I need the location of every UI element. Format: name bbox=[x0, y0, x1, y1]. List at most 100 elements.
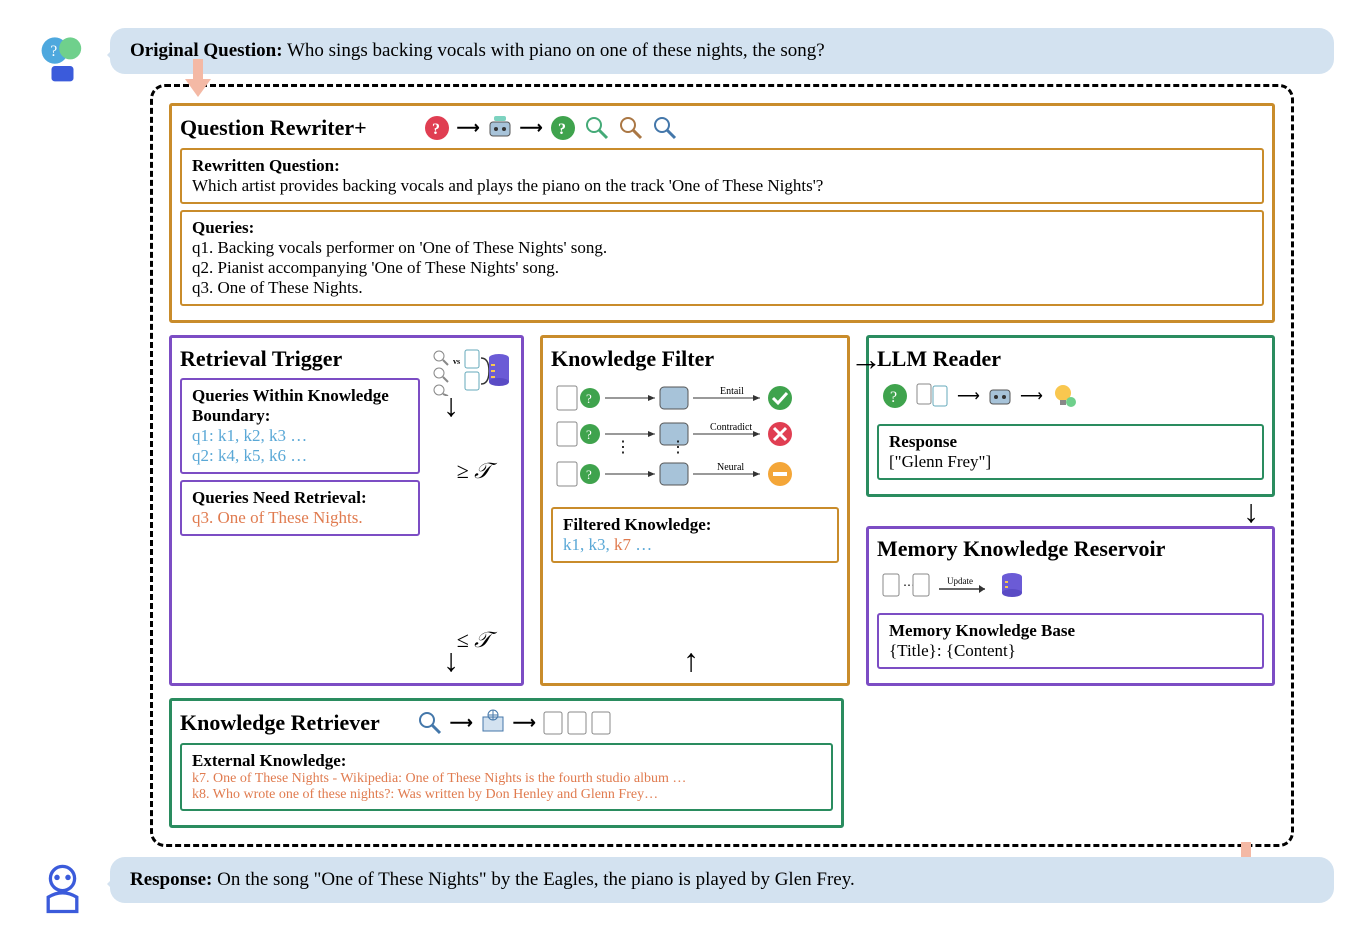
rewritten-label: Rewritten Question: bbox=[192, 156, 1252, 176]
reader-title: LLM Reader bbox=[877, 346, 1001, 372]
question-green-icon: ? bbox=[881, 382, 909, 410]
retriever-icon-row: ⟶ ⟶ bbox=[416, 709, 612, 737]
external-line: k7. One of These Nights - Wikipedia: One… bbox=[192, 771, 821, 787]
update-arrow-icon: Update bbox=[937, 575, 992, 595]
retriever-title: Knowledge Retriever bbox=[180, 710, 380, 736]
memory-base-text: {Title}: {Content} bbox=[889, 641, 1252, 661]
svg-text:?: ? bbox=[558, 121, 566, 138]
input-arrow-icon bbox=[183, 59, 213, 99]
filter-title: Knowledge Filter bbox=[551, 346, 714, 372]
question-red-icon: ? bbox=[423, 114, 451, 142]
original-question-text: Who sings backing vocals with piano on o… bbox=[287, 40, 825, 61]
memory-base-label: Memory Knowledge Base bbox=[889, 621, 1252, 641]
final-response-bubble: Response: On the song "One of These Nigh… bbox=[110, 857, 1334, 903]
pipeline-container: Question Rewriter+ ? ⟶ ⟶ ? Rewritten Que… bbox=[150, 84, 1294, 847]
svg-text:⋮: ⋮ bbox=[670, 439, 686, 456]
svg-text:vs: vs bbox=[453, 357, 460, 366]
original-question-bubble: ? Original Question: Who sings backing v… bbox=[110, 28, 1334, 74]
docs-icon bbox=[915, 382, 951, 410]
reader-response-box: Response ["Glenn Frey"] bbox=[877, 424, 1264, 480]
arrow-icon: ⟶ bbox=[450, 713, 473, 733]
magnify-icon bbox=[651, 114, 679, 142]
up-arrow-icon: ↑ bbox=[683, 642, 699, 679]
svg-text:Update: Update bbox=[947, 576, 973, 586]
svg-text:Neural: Neural bbox=[717, 462, 744, 473]
robot-icon bbox=[986, 382, 1014, 410]
filtered-text: k1, k3, k7 … bbox=[563, 535, 827, 555]
need-line: q3. One of These Nights. bbox=[192, 508, 408, 528]
svg-text:Entail: Entail bbox=[720, 386, 744, 397]
web-book-icon bbox=[479, 709, 507, 737]
queries-box: Queries: q1. Backing vocals performer on… bbox=[180, 210, 1264, 306]
response-label: Response bbox=[889, 432, 1252, 452]
svg-text:Contradict: Contradict bbox=[710, 422, 752, 433]
docs-icon bbox=[542, 709, 612, 737]
filtered-label: Filtered Knowledge: bbox=[563, 515, 827, 535]
arrow-icon: ⟶ bbox=[520, 118, 543, 138]
arrow-icon: ⟶ bbox=[1020, 386, 1043, 406]
memory-title: Memory Knowledge Reservoir bbox=[877, 537, 1165, 561]
memory-base-box: Memory Knowledge Base {Title}: {Content} bbox=[877, 613, 1264, 669]
question-rewriter-module: Question Rewriter+ ? ⟶ ⟶ ? Rewritten Que… bbox=[169, 103, 1275, 323]
knowledge-retriever-module: Knowledge Retriever ⟶ ⟶ External Knowled… bbox=[169, 698, 844, 828]
docs-icon: ⋯ bbox=[881, 571, 931, 599]
svg-text:?: ? bbox=[586, 391, 592, 406]
filter-diagram: ? Entail ? Contradict bbox=[551, 378, 839, 501]
query-line: q2. Pianist accompanying 'One of These N… bbox=[192, 258, 1252, 278]
query-line: q3. One of These Nights. bbox=[192, 278, 1252, 298]
down-arrow-icon: ↓ bbox=[443, 387, 459, 424]
database-icon bbox=[998, 571, 1026, 599]
magnify-icon bbox=[617, 114, 645, 142]
llm-reader-module: LLM Reader ? ⟶ ⟶ Response ["Glenn Frey"] bbox=[866, 335, 1275, 497]
svg-text:⋮: ⋮ bbox=[615, 439, 631, 456]
within-label: Queries Within Knowledge Boundary: bbox=[192, 386, 408, 426]
user-bot-icon: ? bbox=[35, 33, 90, 88]
final-response-text: On the song "One of These Nights" by the… bbox=[217, 869, 855, 890]
down-arrow-icon: ↓ bbox=[1243, 493, 1259, 530]
within-line: q1: k1, k2, k3 … bbox=[192, 426, 408, 446]
rewriter-icon-row: ? ⟶ ⟶ ? bbox=[423, 114, 679, 142]
memory-icon-row: ⋯ Update bbox=[877, 567, 1026, 607]
lightbulb-icon bbox=[1049, 382, 1077, 410]
svg-text:?: ? bbox=[432, 121, 440, 138]
svg-text:?: ? bbox=[586, 427, 592, 442]
question-green-icon: ? bbox=[549, 114, 577, 142]
knowledge-filter-module: Knowledge Filter ? Entail ? bbox=[540, 335, 850, 686]
robot-icon bbox=[486, 114, 514, 142]
svg-text:?: ? bbox=[890, 389, 897, 406]
query-line: q1. Backing vocals performer on 'One of … bbox=[192, 238, 1252, 258]
filter-row-entail: ? Entail bbox=[557, 386, 792, 410]
response-text: ["Glenn Frey"] bbox=[889, 452, 1252, 472]
right-arrow-icon: → bbox=[850, 341, 882, 378]
external-line: k8. Who wrote one of these nights?: Was … bbox=[192, 787, 821, 803]
rewritten-text: Which artist provides backing vocals and… bbox=[192, 176, 1252, 196]
magnify-icon bbox=[583, 114, 611, 142]
bot-avatar-icon bbox=[35, 862, 90, 917]
need-label: Queries Need Retrieval: bbox=[192, 488, 408, 508]
final-response-label: Response: bbox=[130, 869, 212, 890]
within-line: q2: k4, k5, k6 … bbox=[192, 446, 408, 466]
rewritten-question-box: Rewritten Question: Which artist provide… bbox=[180, 148, 1264, 204]
arrow-icon: ⟶ bbox=[513, 713, 536, 733]
need-retrieval-box: Queries Need Retrieval: q3. One of These… bbox=[180, 480, 420, 536]
memory-reservoir-module: Memory Knowledge Reservoir ⋯ Update Memo… bbox=[866, 526, 1275, 686]
within-boundary-box: Queries Within Knowledge Boundary: q1: k… bbox=[180, 378, 420, 474]
arrow-icon: ⟶ bbox=[957, 386, 980, 406]
rewriter-title: Question Rewriter+ bbox=[180, 115, 367, 141]
magnify-icon bbox=[416, 709, 444, 737]
filtered-knowledge-box: Filtered Knowledge: k1, k3, k7 … bbox=[551, 507, 839, 563]
reader-icon-row: ? ⟶ ⟶ bbox=[877, 378, 1077, 418]
external-label: External Knowledge: bbox=[192, 751, 821, 771]
queries-label: Queries: bbox=[192, 218, 1252, 238]
down-arrow-icon: ↓ bbox=[443, 642, 459, 679]
original-question-label: Original Question: bbox=[130, 40, 283, 61]
filter-row-neutral: ? Neural bbox=[557, 462, 792, 486]
retrieval-trigger-module: Retrieval Trigger vs Q bbox=[169, 335, 524, 686]
svg-text:?: ? bbox=[50, 43, 57, 60]
threshold-ge: ≥ 𝒯 bbox=[457, 458, 491, 484]
threshold-le: ≤ 𝒯 bbox=[457, 627, 491, 653]
svg-text:?: ? bbox=[586, 467, 592, 482]
arrow-icon: ⟶ bbox=[457, 118, 480, 138]
external-knowledge-box: External Knowledge: k7. One of These Nig… bbox=[180, 743, 833, 811]
trigger-title: Retrieval Trigger bbox=[180, 346, 342, 372]
